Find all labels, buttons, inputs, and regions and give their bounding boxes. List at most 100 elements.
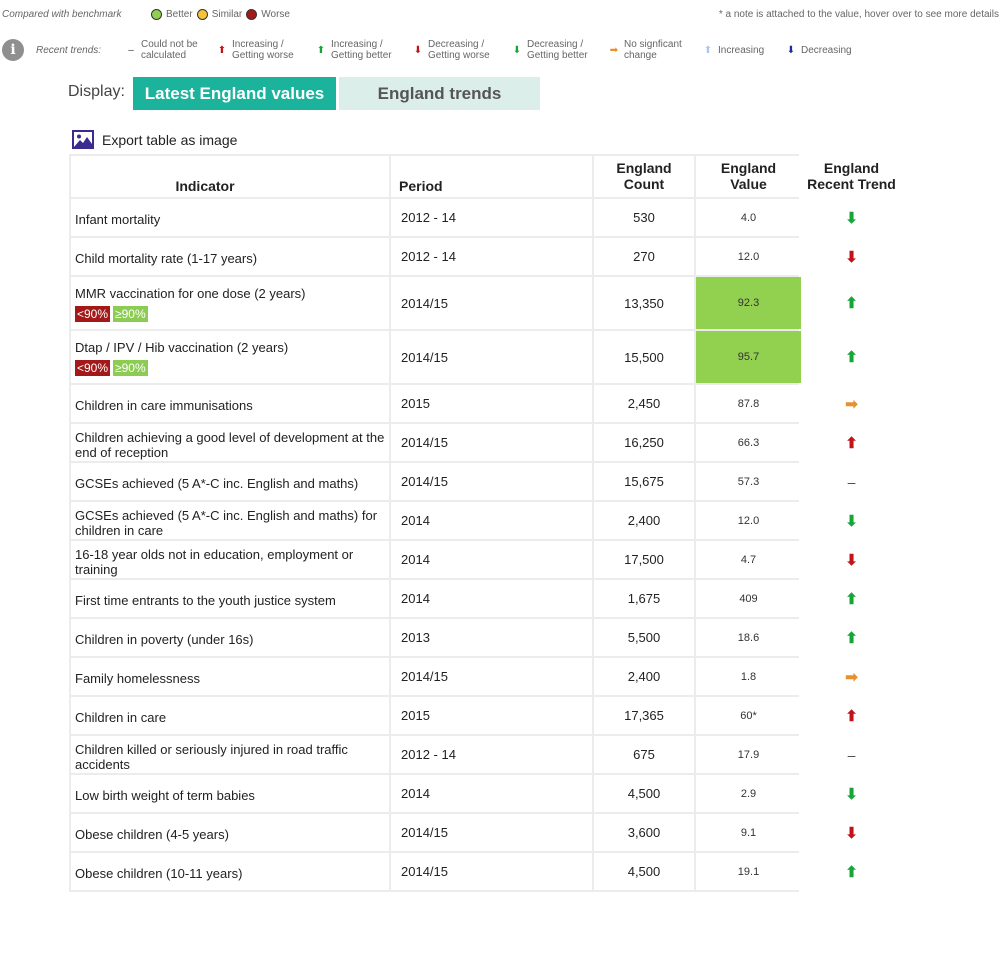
worse-dot-icon — [246, 9, 258, 20]
legend-item: ➡ No signficant change — [608, 39, 694, 61]
period-cell: 2014/15 — [391, 814, 592, 851]
export-table-link[interactable]: Export table as image — [72, 130, 237, 149]
tab-latest-england-values[interactable]: Latest England values — [133, 77, 336, 110]
arrow-up-red-icon: ⬆ — [217, 44, 227, 56]
period-cell: 2013 — [391, 619, 592, 656]
value-cell[interactable]: 9.1 — [696, 814, 801, 851]
indicator-cell[interactable]: GCSEs achieved (5 A*-C inc. English and … — [71, 502, 389, 539]
similar-dot-icon — [196, 9, 208, 20]
indicator-name: MMR vaccination for one dose (2 years) — [75, 286, 306, 301]
value-cell[interactable]: 1.8 — [696, 658, 801, 695]
indicator-name: Children achieving a good level of devel… — [75, 429, 385, 460]
legend-item: ⬇ Decreasing / Getting better — [511, 39, 607, 61]
indicator-cell[interactable]: Obese children (4-5 years) — [71, 814, 389, 851]
arrow-right-orange-icon: ➡ — [845, 395, 858, 413]
trend-cell: ⬇ — [803, 502, 900, 539]
header-value: England Value — [696, 156, 801, 197]
value-cell[interactable]: 60* — [696, 697, 801, 734]
indicator-name: Children killed or seriously injured in … — [75, 741, 348, 772]
indicator-name: Obese children (10-11 years) — [75, 866, 243, 881]
indicator-cell[interactable]: 16-18 year olds not in education, employ… — [71, 541, 389, 578]
arrow-down-red-icon: ⬇ — [845, 824, 858, 842]
value-cell[interactable]: 18.6 — [696, 619, 801, 656]
threshold-low-badge: <90% — [75, 306, 111, 322]
arrow-down-red-icon: ⬇ — [413, 44, 423, 56]
indicator-name: 16-18 year olds not in education, employ… — [75, 546, 354, 577]
value-cell[interactable]: 19.1 — [696, 853, 801, 890]
count-cell: 1,675 — [594, 580, 694, 617]
table-grid: Indicator Period England Count England V… — [71, 156, 900, 890]
indicator-cell[interactable]: Children in care — [71, 697, 389, 734]
header-trend-line2: Recent Trend — [807, 176, 896, 192]
indicator-cell[interactable]: Children killed or seriously injured in … — [71, 736, 389, 773]
value-cell[interactable]: 66.3 — [696, 424, 801, 461]
indicator-name: Child mortality rate (1-17 years) — [75, 251, 258, 266]
value-cell[interactable]: 12.0 — [696, 238, 801, 275]
legend-item: ⬆ Increasing — [702, 45, 764, 56]
count-cell: 530 — [594, 199, 694, 236]
indicator-cell[interactable]: Children achieving a good level of devel… — [71, 424, 389, 461]
threshold-badges: <90% ≥90% — [75, 360, 148, 376]
arrow-down-darkblue-icon: ⬇ — [786, 45, 796, 56]
threshold-low-badge: <90% — [75, 360, 111, 376]
indicator-name: Low birth weight of term babies — [75, 788, 255, 803]
value-cell[interactable]: 95.7 — [696, 331, 801, 383]
value-cell[interactable]: 12.0 — [696, 502, 801, 539]
arrow-up-red-icon: ⬆ — [845, 707, 858, 725]
trend-cell: ⬆ — [803, 619, 900, 656]
indicator-name: Obese children (4-5 years) — [75, 827, 229, 842]
tab-england-trends[interactable]: England trends — [339, 77, 540, 110]
legend-text: Decreasing / Getting worse — [428, 39, 490, 61]
recent-trends-label: Recent trends: — [36, 45, 102, 56]
dash-icon: – — [847, 473, 856, 490]
count-cell: 17,365 — [594, 697, 694, 734]
trend-cell: ➡ — [803, 385, 900, 422]
value-cell[interactable]: 92.3 — [696, 277, 801, 329]
count-cell: 2,400 — [594, 502, 694, 539]
indicator-cell[interactable]: Dtap / IPV / Hib vaccination (2 years) <9… — [71, 331, 389, 383]
arrow-down-green-icon: ⬇ — [845, 209, 858, 227]
trend-cell: ⬇ — [803, 775, 900, 812]
indicator-cell[interactable]: Family homelessness — [71, 658, 389, 695]
legend-text: Decreasing / Getting better — [527, 39, 588, 61]
value-cell[interactable]: 57.3 — [696, 463, 801, 500]
legend-text: Could not be calculated — [141, 39, 198, 61]
value-cell[interactable]: 409 — [696, 580, 801, 617]
count-cell: 15,500 — [594, 331, 694, 383]
arrow-down-red-icon: ⬇ — [845, 551, 858, 569]
indicator-name: Children in care — [75, 710, 167, 725]
period-cell: 2014 — [391, 775, 592, 812]
better-label: Better — [166, 9, 193, 20]
value-cell[interactable]: 17.9 — [696, 736, 801, 773]
trend-cell: ⬇ — [803, 814, 900, 851]
indicator-name: GCSEs achieved (5 A*-C inc. English and … — [75, 476, 359, 491]
period-cell: 2012 - 14 — [391, 736, 592, 773]
indicator-cell[interactable]: MMR vaccination for one dose (2 years) <9… — [71, 277, 389, 329]
indicator-cell[interactable]: First time entrants to the youth justice… — [71, 580, 389, 617]
indicator-cell[interactable]: GCSEs achieved (5 A*-C inc. English and … — [71, 463, 389, 500]
arrow-down-green-icon: ⬇ — [845, 785, 858, 803]
header-value-line2: Value — [730, 176, 767, 192]
value-cell[interactable]: 4.7 — [696, 541, 801, 578]
info-icon[interactable]: i — [2, 39, 24, 61]
legend-text: Decreasing — [801, 45, 852, 56]
period-cell: 2012 - 14 — [391, 199, 592, 236]
value-cell[interactable]: 87.8 — [696, 385, 801, 422]
header-period: Period — [391, 156, 592, 197]
arrow-up-green-icon: ⬆ — [845, 863, 858, 881]
header-count: England Count — [594, 156, 694, 197]
indicator-cell[interactable]: Child mortality rate (1-17 years) — [71, 238, 389, 275]
header-count-line1: England — [616, 160, 672, 176]
count-cell: 4,500 — [594, 775, 694, 812]
legend-text: Increasing — [718, 45, 765, 56]
value-cell[interactable]: 4.0 — [696, 199, 801, 236]
period-cell: 2014/15 — [391, 658, 592, 695]
legend-item: ⬆ Increasing / Getting better — [315, 39, 407, 61]
legend-item: ⬇ Decreasing / Getting worse — [412, 39, 504, 61]
indicator-cell[interactable]: Obese children (10-11 years) — [71, 853, 389, 890]
indicator-cell[interactable]: Infant mortality — [71, 199, 389, 236]
indicator-cell[interactable]: Children in poverty (under 16s) — [71, 619, 389, 656]
indicator-cell[interactable]: Low birth weight of term babies — [71, 775, 389, 812]
indicator-cell[interactable]: Children in care immunisations — [71, 385, 389, 422]
value-cell[interactable]: 2.9 — [696, 775, 801, 812]
